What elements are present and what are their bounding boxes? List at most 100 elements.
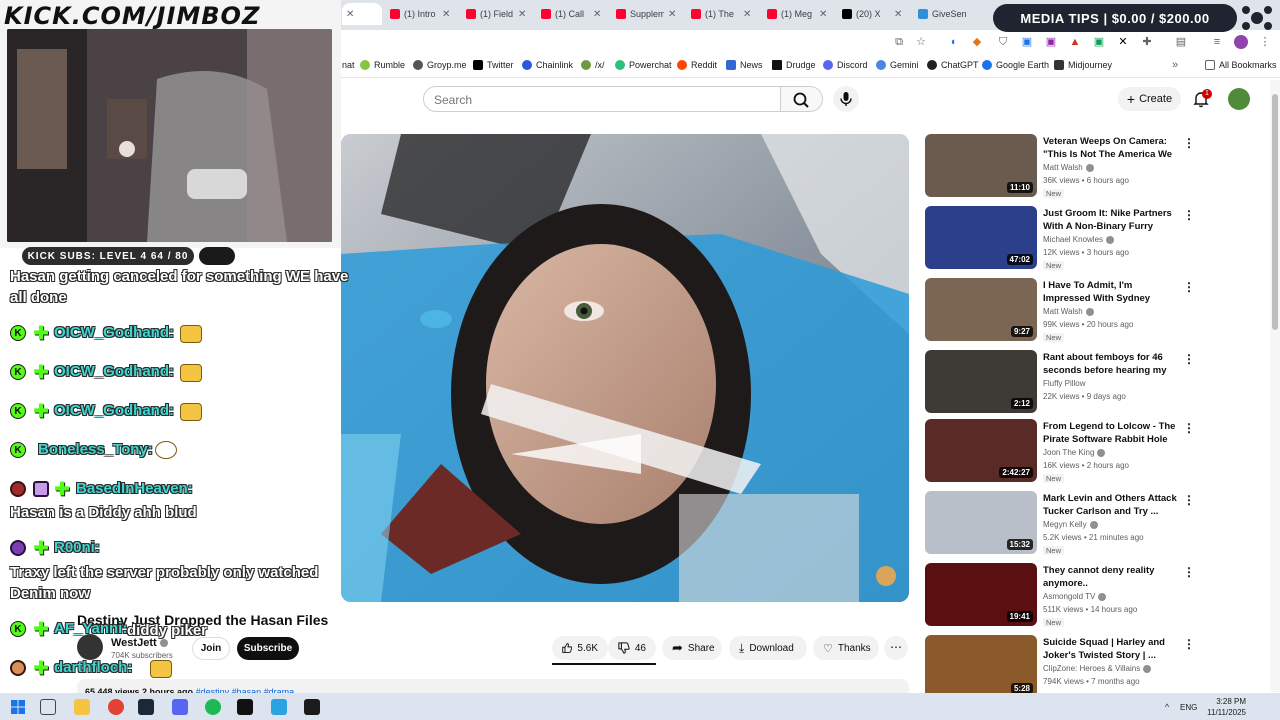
extension-audio-icon[interactable]: ◖ — [946, 35, 960, 49]
recommendation-item[interactable]: 19:41 They cannot deny reality anymore..… — [925, 563, 1195, 627]
close-tab-icon[interactable]: ✕ — [894, 9, 902, 20]
download-button[interactable]: ⤓ Download — [729, 636, 807, 660]
bookmark-google-earth[interactable]: Google Earth — [982, 60, 1049, 70]
recommendation-item[interactable]: 11:10 Veteran Weeps On Camera: "This Is … — [925, 134, 1195, 198]
bookmark-discord[interactable]: Discord — [823, 60, 868, 70]
share-button[interactable]: ➦ Share — [662, 636, 722, 660]
windows-start-icon[interactable] — [10, 699, 26, 715]
tab-youtube-2[interactable]: (1) Field ✕ — [466, 3, 538, 25]
tab-givesend[interactable]: GiveSen — [918, 3, 990, 25]
channel-avatar[interactable] — [77, 634, 103, 660]
recommendation-channel[interactable]: Matt Walsh — [1043, 163, 1094, 172]
obs-icon[interactable] — [304, 699, 320, 715]
bookmark-midjourney[interactable]: Midjourney — [1054, 60, 1112, 70]
menu-kebab-icon[interactable]: ⋮ — [1258, 35, 1272, 49]
create-button[interactable]: + Create — [1118, 87, 1181, 111]
recommendation-channel[interactable]: ClipZone: Heroes & Villains — [1043, 664, 1152, 673]
more-vertical-icon[interactable]: ⋮ — [1183, 352, 1195, 366]
bookmark-star-icon[interactable]: ☆ — [914, 35, 928, 49]
bookmark-groyp[interactable]: Groyp.me — [413, 60, 467, 70]
all-bookmarks[interactable]: All Bookmarks — [1205, 60, 1277, 70]
account-avatar[interactable] — [1228, 88, 1250, 110]
more-vertical-icon[interactable]: ⋮ — [1183, 136, 1195, 150]
close-tab-icon[interactable]: ✕ — [743, 9, 751, 20]
extension-box-icon[interactable]: ▣ — [1020, 35, 1034, 49]
side-panel-icon[interactable]: ▤ — [1174, 35, 1188, 49]
close-tab-icon[interactable]: ✕ — [593, 9, 601, 20]
clock[interactable]: 3:28 PM 11/11/2025 — [1200, 696, 1246, 718]
video-thumbnail[interactable]: 19:41 — [925, 563, 1037, 626]
video-thumbnail[interactable]: 15:32 — [925, 491, 1037, 554]
extension-red-icon[interactable]: ▲ — [1068, 35, 1082, 49]
recommendation-channel[interactable]: Fluffy Pillow — [1043, 379, 1086, 388]
voice-search-button[interactable] — [833, 86, 859, 112]
recommendation-item[interactable]: 9:27 I Have To Admit, I'm Impressed With… — [925, 278, 1195, 342]
recommendation-item[interactable]: 15:32 Mark Levin and Others Attack Tucke… — [925, 491, 1195, 555]
more-vertical-icon[interactable]: ⋮ — [1183, 208, 1195, 222]
more-vertical-icon[interactable]: ⋮ — [1183, 493, 1195, 507]
more-vertical-icon[interactable]: ⋮ — [1183, 565, 1195, 579]
recommendation-title[interactable]: They cannot deny reality anymore.. — [1043, 564, 1177, 590]
tab-youtube-3[interactable]: (1) Call ✕ — [541, 3, 613, 25]
telegram-icon[interactable] — [271, 699, 287, 715]
recommendation-channel[interactable]: Joon The King — [1043, 448, 1106, 457]
tab-current[interactable]: ✕ — [342, 3, 382, 25]
bookmark-drudge[interactable]: Drudge — [772, 60, 816, 70]
dislike-button[interactable]: 46 — [608, 636, 656, 660]
close-tab-icon[interactable]: ✕ — [442, 9, 450, 20]
tab-youtube-1[interactable]: (1) Intro ✕ — [390, 3, 462, 25]
system-tray-chevron-icon[interactable]: ^ — [1162, 699, 1172, 715]
bookmark-twitter[interactable]: Twitter — [473, 60, 514, 70]
video-thumbnail[interactable]: 5:28 — [925, 635, 1037, 698]
recommendation-item[interactable]: 2:12 Rant about femboys for 46 seconds b… — [925, 350, 1195, 414]
tab-youtube-6[interactable]: (1) Meg ✕ — [767, 3, 839, 25]
video-thumbnail[interactable]: 11:10 — [925, 134, 1037, 197]
tab-youtube-5[interactable]: (1) The ✕ — [691, 3, 763, 25]
thanks-button[interactable]: ♡ Thanks — [813, 636, 879, 660]
recommendation-title[interactable]: Rant about femboys for 46 seconds before… — [1043, 351, 1177, 377]
bookmark-x[interactable]: /x/ — [581, 60, 605, 70]
steam-icon[interactable] — [138, 699, 154, 715]
extension-purple-icon[interactable]: ▣ — [1044, 35, 1058, 49]
recommendation-channel[interactable]: Matt Walsh — [1043, 307, 1094, 316]
extensions-puzzle-icon[interactable]: ✚ — [1140, 35, 1154, 49]
extension-metamask-icon[interactable]: ◆ — [970, 35, 984, 49]
more-vertical-icon[interactable]: ⋮ — [1183, 421, 1195, 435]
video-thumbnail[interactable]: 2:12 — [925, 350, 1037, 413]
file-explorer-icon[interactable] — [74, 699, 90, 715]
bookmark-rumble[interactable]: Rumble — [360, 60, 405, 70]
recommendation-item[interactable]: 47:02 Just Groom It: Nike Partners With … — [925, 206, 1195, 270]
reading-list-icon[interactable]: ≡ — [1210, 35, 1224, 49]
discord-taskbar-icon[interactable] — [172, 699, 188, 715]
video-thumbnail[interactable]: 2:42:27 — [925, 419, 1037, 482]
search-button[interactable] — [781, 86, 823, 112]
bookmark-reddit[interactable]: Reddit — [677, 60, 717, 70]
extension-x-icon[interactable]: ✕ — [1116, 35, 1130, 49]
bookmark-news[interactable]: News — [726, 60, 763, 70]
video-thumbnail[interactable]: 47:02 — [925, 206, 1037, 269]
task-view-icon[interactable] — [40, 699, 56, 715]
more-actions-button[interactable]: ⋯ — [884, 636, 908, 660]
more-vertical-icon[interactable]: ⋮ — [1183, 637, 1195, 651]
recommendation-title[interactable]: Just Groom It: Nike Partners With A Non-… — [1043, 207, 1177, 233]
input-language[interactable]: ENG — [1180, 703, 1197, 712]
scrollbar-thumb[interactable] — [1272, 94, 1278, 330]
tab-x[interactable]: (20) X ✕ — [842, 3, 914, 25]
subscribe-button[interactable]: Subscribe — [237, 637, 299, 660]
join-button[interactable]: Join — [192, 637, 230, 660]
close-tab-icon[interactable]: ✕ — [819, 9, 827, 20]
bookmarks-overflow-chevron-icon[interactable]: » — [1172, 59, 1178, 71]
video-player[interactable] — [341, 134, 909, 602]
recommendation-title[interactable]: From Legend to Lolcow - The Pirate Softw… — [1043, 420, 1177, 446]
recommendation-item[interactable]: 5:28 Suicide Squad | Harley and Joker's … — [925, 635, 1195, 699]
recommendation-title[interactable]: Suicide Squad | Harley and Joker's Twist… — [1043, 636, 1177, 662]
more-vertical-icon[interactable]: ⋮ — [1183, 280, 1195, 294]
recommendation-title[interactable]: Veteran Weeps On Camera: "This Is Not Th… — [1043, 135, 1177, 161]
profile-avatar-icon[interactable] — [1234, 35, 1248, 49]
bookmark-powerchat[interactable]: Powerchat — [615, 60, 672, 70]
cast-icon[interactable]: ⧉ — [892, 35, 906, 49]
recommendation-title[interactable]: Mark Levin and Others Attack Tucker Carl… — [1043, 492, 1177, 518]
chrome-icon[interactable] — [108, 699, 124, 715]
bookmark-chatgpt[interactable]: ChatGPT — [927, 60, 979, 70]
bookmark-gemini[interactable]: Gemini — [876, 60, 919, 70]
